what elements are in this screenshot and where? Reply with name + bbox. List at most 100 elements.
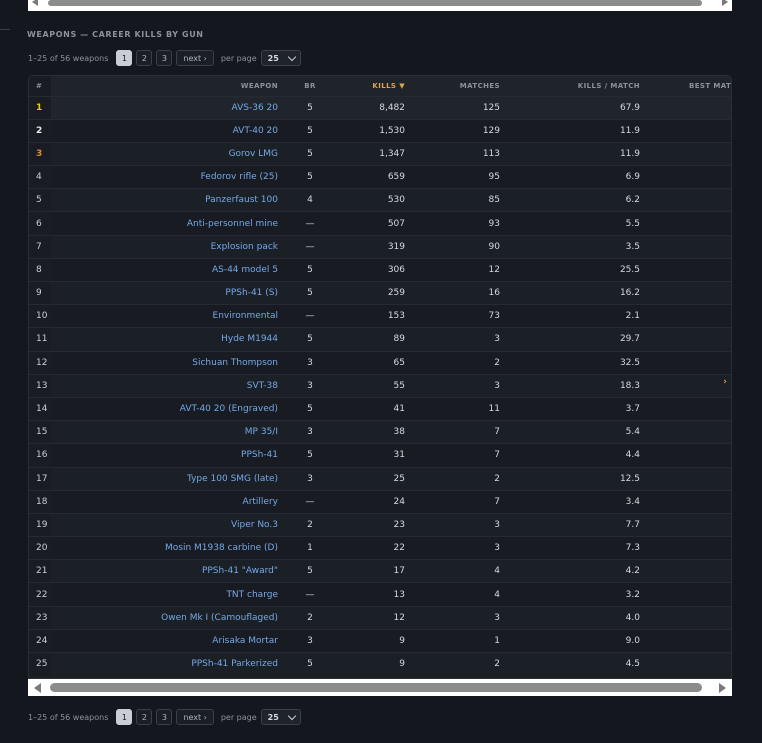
table-row[interactable]: 23 Owen Mk I (Camouflaged) 2 12 3 4.0 <box>29 606 731 630</box>
page-button-2[interactable]: 2 <box>136 50 153 66</box>
table-row[interactable]: 24 Arisaka Mortar 3 9 1 9.0 <box>29 629 731 653</box>
column-header-weapon[interactable]: WEAPON <box>51 76 284 96</box>
next-page-button[interactable]: next › <box>176 709 214 725</box>
table-row[interactable]: 2AVT-40 20 5 1,530 129 11.9 5 <box>29 119 731 143</box>
row-kills: 25 <box>393 473 405 484</box>
table-row[interactable]: 10Environmental — 153 73 2.1 1 <box>29 304 731 328</box>
table-row[interactable]: 16 PPSh-41 5 31 7 4.4 <box>29 443 731 467</box>
table-row[interactable]: 9PPSh-41 (S) 5 259 16 16.2 3 <box>29 281 731 305</box>
table-row[interactable]: 5Panzerfaust 100 4 530 85 6.2 1 <box>29 188 731 212</box>
row-best-match: 1 <box>646 305 731 328</box>
row-best-match: 3 <box>646 374 731 397</box>
row-kills: 659 <box>387 172 405 183</box>
table-row[interactable]: 12Sichuan Thompson 3 65 2 32.5 4 <box>29 351 731 375</box>
table-row[interactable]: 11Hyde M1944 5 89 3 29.7 4 <box>29 327 731 352</box>
row-weapon-link[interactable]: Artillery <box>51 490 284 513</box>
column-header-rank[interactable]: # <box>29 76 51 96</box>
table-row[interactable]: 13SVT-38 3 55 3 18.3 3 <box>29 374 731 398</box>
chevron-right-icon[interactable]: › <box>723 377 727 387</box>
row-matches: 73 <box>488 311 500 322</box>
row-best-match <box>646 629 731 652</box>
page-button-3[interactable]: 3 <box>156 709 173 725</box>
column-header-best-match[interactable]: BEST MATCH <box>646 76 731 96</box>
scroll-left-icon[interactable] <box>34 683 41 693</box>
table-row[interactable]: 21 PPSh-41 "Award" 5 17 4 4.2 <box>29 559 731 583</box>
row-weapon-link[interactable]: AS-44 model 5 <box>51 258 284 281</box>
row-weapon-link[interactable]: Panzerfaust 100 <box>51 189 284 212</box>
table-row[interactable]: 22 TNT charge — 13 4 3.2 <box>29 582 731 607</box>
weapons-table: # WEAPON BR KILLS ▼ MATCHES KILLS / MATC… <box>29 76 731 676</box>
row-kills: 9 <box>399 635 405 646</box>
row-weapon-link[interactable]: Hyde M1944 <box>51 328 284 351</box>
scroll-right-icon[interactable] <box>719 683 726 693</box>
column-header-matches[interactable]: MATCHES <box>411 76 506 96</box>
row-weapon-link[interactable]: Anti-personnel mine <box>51 212 284 235</box>
row-best-match: 2 <box>646 397 731 420</box>
row-weapon-link[interactable]: PPSh-41 (S) <box>51 282 284 305</box>
row-weapon-link[interactable]: Type 100 SMG (late) <box>51 467 284 490</box>
row-kills: 23 <box>393 519 405 530</box>
page-button-2[interactable]: 2 <box>136 709 153 725</box>
table-row[interactable]: 4Fedorov rifle (25) 5 659 95 6.9 2 <box>29 165 731 189</box>
bottom-horizontal-scrollbar[interactable] <box>28 679 732 696</box>
page-button-1[interactable]: 1 <box>116 50 133 66</box>
row-weapon-link[interactable]: Arisaka Mortar <box>51 629 284 652</box>
row-br: 3 <box>307 473 313 484</box>
row-best-match <box>646 560 731 583</box>
scroll-left-icon[interactable] <box>32 0 38 6</box>
row-kills-per-match: 7.3 <box>625 543 640 554</box>
row-weapon-link[interactable]: Explosion pack <box>51 235 284 258</box>
column-header-kills-per-match[interactable]: KILLS / MATCH <box>506 76 646 96</box>
row-weapon-link[interactable]: Gorov LMG <box>51 142 284 165</box>
row-weapon-link[interactable]: AVT-40 20 <box>51 119 284 142</box>
row-weapon-link[interactable]: TNT charge <box>51 583 284 606</box>
row-rank: 3 <box>29 142 51 166</box>
top-horizontal-scrollbar[interactable] <box>28 0 732 11</box>
row-rank: 21 <box>29 559 51 583</box>
table-row[interactable]: 3Gorov LMG 5 1,347 113 11.9 5 <box>29 142 731 166</box>
table-row[interactable]: 19 Viper No.3 2 23 3 7.7 <box>29 513 731 537</box>
per-page-select[interactable]: 25 <box>260 709 301 725</box>
weapons-table-container[interactable]: # WEAPON BR KILLS ▼ MATCHES KILLS / MATC… <box>28 75 732 679</box>
table-row[interactable]: 6Anti-personnel mine — 507 93 5.5 2 <box>29 211 731 236</box>
scroll-right-icon[interactable] <box>722 0 728 6</box>
row-weapon-link[interactable]: AVT-40 20 (Engraved) <box>51 397 284 420</box>
row-weapon-link[interactable]: SVT-38 <box>51 374 284 397</box>
row-weapon-link[interactable]: PPSh-41 <box>51 444 284 467</box>
table-row[interactable]: 18 Artillery — 24 7 3.4 <box>29 490 731 514</box>
row-rank: 19 <box>29 513 51 537</box>
table-row[interactable]: 1AVS-36 20 5 8,482 125 67.9 14 <box>29 96 731 120</box>
table-row[interactable]: 7Explosion pack — 319 90 3.5 2 <box>29 235 731 259</box>
row-weapon-link[interactable]: Environmental <box>51 305 284 328</box>
table-row[interactable]: 14AVT-40 20 (Engraved) 5 41 11 3.7 2 <box>29 397 731 421</box>
row-rank: 1 <box>29 96 51 120</box>
table-row[interactable]: 17Type 100 SMG (late) 3 25 2 12.5 1 <box>29 467 731 491</box>
row-weapon-link[interactable]: AVS-36 20 <box>51 96 284 119</box>
table-row[interactable]: 25 PPSh-41 Parkerized 5 9 2 4.5 <box>29 652 731 676</box>
row-br: 5 <box>307 148 313 159</box>
scrollbar-thumb[interactable] <box>50 683 702 692</box>
table-row[interactable]: 15MP 35/I 3 38 7 5.4 1 <box>29 420 731 444</box>
row-kills-per-match: 32.5 <box>619 357 640 368</box>
row-rank: 6 <box>29 211 51 236</box>
row-weapon-link[interactable]: PPSh-41 Parkerized <box>51 653 284 676</box>
column-header-kills[interactable]: KILLS ▼ <box>336 76 411 96</box>
table-row[interactable]: 20 Mosin M1938 carbine (D) 1 22 3 7.3 <box>29 536 731 560</box>
column-header-br[interactable]: BR <box>284 76 336 96</box>
per-page-select[interactable]: 25 <box>260 50 301 66</box>
row-weapon-link[interactable]: PPSh-41 "Award" <box>51 560 284 583</box>
row-weapon-link[interactable]: Mosin M1938 carbine (D) <box>51 537 284 560</box>
row-rank: 16 <box>29 443 51 467</box>
row-weapon-link[interactable]: Fedorov rifle (25) <box>51 166 284 189</box>
row-weapon-link[interactable]: Sichuan Thompson <box>51 351 284 374</box>
row-kills-per-match: 6.2 <box>625 195 640 206</box>
divider <box>0 29 10 30</box>
row-weapon-link[interactable]: MP 35/I <box>51 421 284 444</box>
row-weapon-link[interactable]: Viper No.3 <box>51 513 284 536</box>
next-page-button[interactable]: next › <box>176 50 214 66</box>
scrollbar-thumb[interactable] <box>48 0 702 6</box>
page-button-1[interactable]: 1 <box>116 709 133 725</box>
row-weapon-link[interactable]: Owen Mk I (Camouflaged) <box>51 606 284 629</box>
table-row[interactable]: 8AS-44 model 5 5 306 12 25.5 5 <box>29 258 731 282</box>
page-button-3[interactable]: 3 <box>156 50 173 66</box>
